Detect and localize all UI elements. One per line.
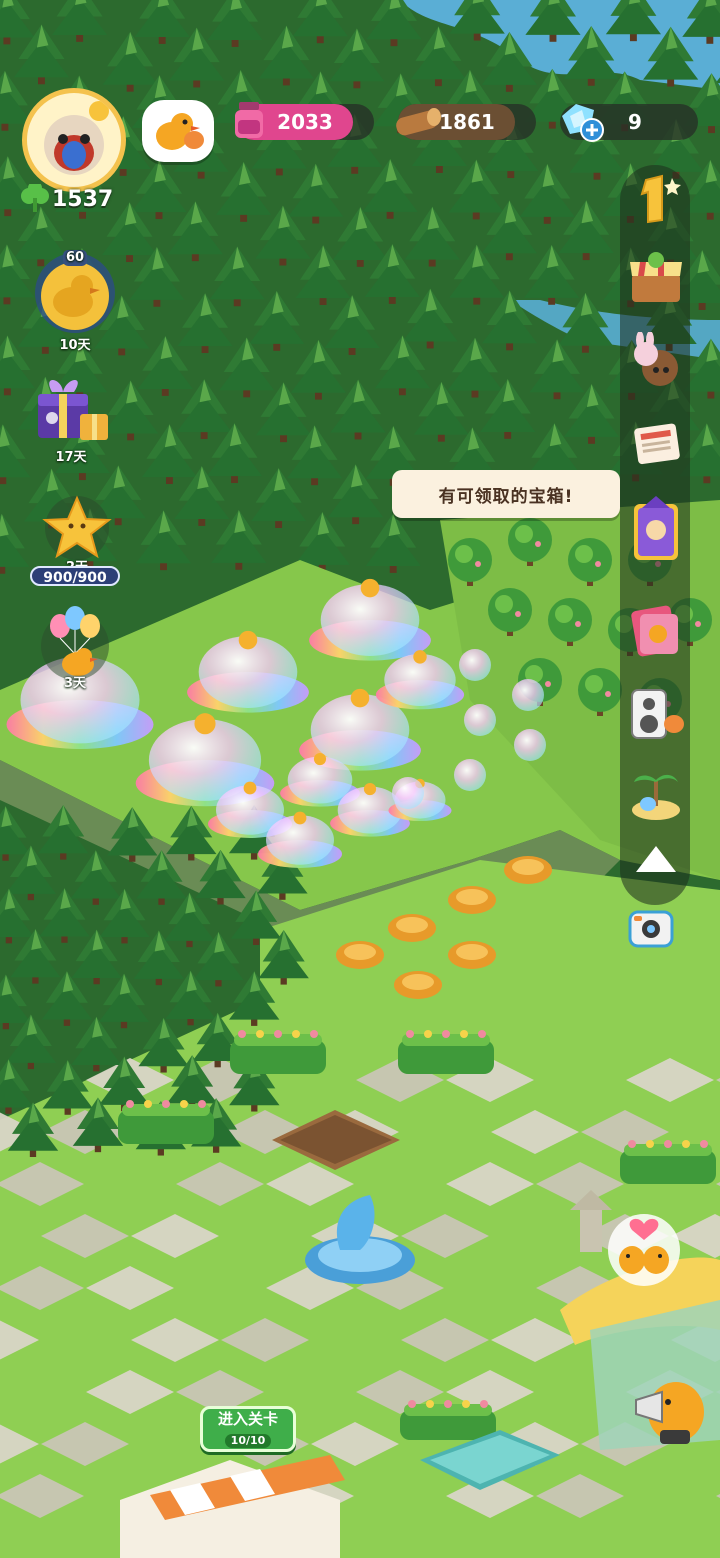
floating-bubble [512, 679, 544, 711]
croissant [388, 914, 436, 942]
flower-hedge [400, 1400, 496, 1440]
enter-level-label: 进入关卡 [217, 1410, 278, 1428]
island-button[interactable] [626, 766, 686, 826]
golden-duck-event[interactable]: 60 10天 [30, 248, 120, 353]
cat-card-book-icon [631, 605, 678, 657]
star-event[interactable]: 2天 [32, 492, 122, 575]
croissant [336, 941, 384, 969]
rank-one-button[interactable] [626, 170, 686, 230]
floating-bubble [454, 759, 486, 791]
megaphone-duck-icon[interactable] [626, 1352, 720, 1452]
cat-card-book-button[interactable] [626, 600, 686, 660]
level-attempts: 10/10 [224, 1434, 272, 1448]
chat-button[interactable] [142, 100, 214, 162]
floating-bubble [514, 729, 546, 761]
game-world-map[interactable] [0, 0, 720, 1558]
player-avatar[interactable] [22, 88, 126, 192]
star-icon [42, 495, 112, 560]
island-icon [632, 774, 680, 820]
speaker-icon [631, 689, 684, 739]
witch-card-button[interactable] [626, 494, 686, 560]
croissant [504, 856, 552, 884]
speaker-button[interactable] [626, 684, 686, 744]
potion-icon [235, 102, 263, 138]
bunny-bear-icon [634, 331, 678, 386]
clover-count: 1537 [52, 186, 114, 212]
croissant [394, 971, 442, 999]
witch-card-icon [634, 496, 678, 560]
add-gem-icon[interactable] [580, 118, 604, 142]
star-event-progress: 900/900 [30, 566, 120, 586]
potion-value: 2033 [277, 110, 333, 134]
flower-hedge [620, 1140, 716, 1184]
newspaper-button[interactable] [626, 414, 686, 474]
floating-bubble [392, 777, 424, 809]
shop-stall-button[interactable] [626, 250, 686, 310]
gem-value: 9 [628, 110, 642, 134]
croissant [448, 886, 496, 914]
flower-hedge [398, 1030, 494, 1074]
collapse-menu-button[interactable] [630, 834, 682, 886]
gift-box-event[interactable]: 17天 [26, 372, 116, 465]
flower-hedge [230, 1030, 326, 1074]
wood-log-icon [396, 108, 441, 136]
camera-icon [628, 910, 674, 948]
balloon-duck-event[interactable]: 3天 [30, 604, 120, 691]
floating-bubble [464, 704, 496, 736]
triangle-up-icon [636, 846, 676, 872]
game-viewport[interactable]: 1537 2033 1861 9 60 10天 17天 900/900 3天 有… [0, 0, 720, 1558]
duck-chat-icon [156, 113, 204, 150]
gift-box-icon [38, 379, 108, 440]
floating-bubble [459, 649, 491, 681]
golden-duck-badge: 60 [65, 250, 85, 265]
camera-button[interactable] [626, 906, 686, 966]
clover-counter: 1537 [18, 184, 113, 214]
monkey-avatar-icon [44, 101, 109, 175]
clover-icon [21, 184, 49, 212]
chest-available-tooltip[interactable]: 有可领取的宝箱! [392, 470, 620, 518]
bunny-bear-button[interactable] [626, 331, 686, 392]
enter-level-button[interactable]: 进入关卡 10/10 [200, 1406, 296, 1452]
chest-available-text: 有可领取的宝箱! [438, 486, 574, 507]
newspaper-icon [634, 423, 680, 465]
croissant [448, 941, 496, 969]
duck-couple-icon[interactable] [604, 1212, 684, 1288]
rank-one-icon [640, 174, 681, 224]
shop-stall-icon [630, 252, 682, 302]
flower-hedge [118, 1100, 214, 1144]
wood-value: 1861 [439, 110, 495, 134]
